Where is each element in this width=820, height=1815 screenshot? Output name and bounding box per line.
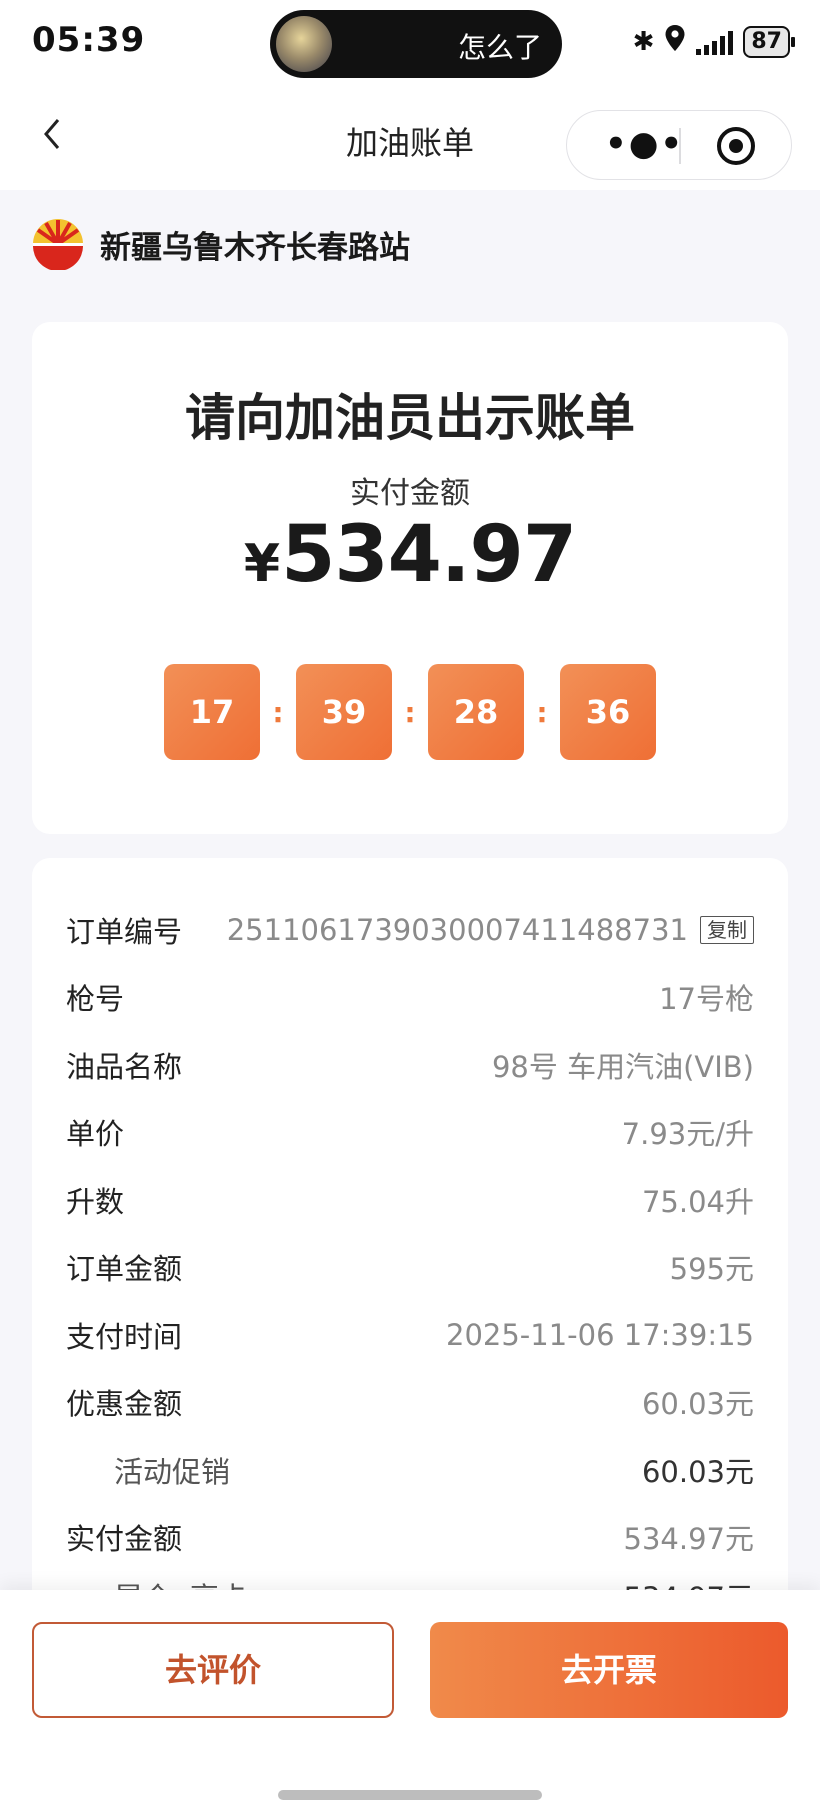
order-detail-card: 订单编号 25110617390300074114887​31 复制 枪号 17号… [32, 858, 788, 1598]
status-time: 05:39 [32, 20, 146, 60]
detail-row: 升数 75.04升 [66, 1180, 754, 1220]
status-bar: 05:39 怎么了 ✱ 87 [0, 0, 820, 88]
timer-minutes: 39 [296, 664, 392, 760]
detail-value: 534.97元 [623, 1522, 754, 1556]
detail-row: 单价 7.93元/升 [66, 1112, 754, 1152]
detail-key: 支付时间 [66, 1320, 183, 1354]
detail-row: 优惠金额 60.03元 [66, 1382, 754, 1422]
copy-button[interactable]: 复制 [700, 916, 754, 944]
detail-value: 7.93元/升 [621, 1117, 754, 1151]
island-thumbnail-icon [276, 16, 332, 72]
detail-value: 25110617390300074114887​31 复制 [227, 913, 754, 947]
order-number-value: 25110617390300074114887​31 [226, 913, 688, 947]
timer-separator: : [536, 695, 548, 729]
detail-key: 实付金额 [66, 1522, 183, 1556]
nav-bar: 加油账单 •●• [0, 88, 820, 190]
detail-value: 60.03元 [641, 1455, 754, 1489]
detail-key: 升数 [66, 1185, 125, 1219]
detail-row-order-number: 订单编号 25110617390300074114887​31 复制 [66, 910, 754, 950]
detail-key: 活动促销 [114, 1455, 231, 1489]
bill-card: 请向加油员出示账单 实付金额 ¥534.97 17 : 39 : 28 : 36 [32, 322, 788, 834]
station-header: 新疆乌鲁木齐长春路站 [32, 218, 410, 271]
detail-row: 油品名称 98号 车用汽油(VIB) [66, 1045, 754, 1085]
timer-separator: : [404, 695, 416, 729]
status-icons: ✱ 87 [632, 24, 795, 60]
detail-value: 595元 [669, 1252, 754, 1286]
detail-value: 75.04升 [641, 1185, 754, 1219]
review-button[interactable]: 去评价 [32, 1622, 394, 1718]
detail-key: 订单金额 [66, 1252, 183, 1286]
detail-key: 单价 [66, 1117, 125, 1151]
signal-icon [696, 29, 734, 55]
currency-symbol: ¥ [243, 534, 280, 594]
timer-frames: 36 [560, 664, 656, 760]
target-circle-icon[interactable] [717, 127, 755, 165]
countdown-timer: 17 : 39 : 28 : 36 [164, 664, 656, 760]
detail-key: 枪号 [66, 982, 125, 1016]
paid-amount-value: 534.97 [281, 510, 577, 600]
more-dots-icon[interactable]: •●• [605, 127, 684, 161]
detail-key: 优惠金额 [66, 1387, 183, 1421]
detail-key: 油品名称 [66, 1050, 183, 1084]
timer-seconds: 28 [428, 664, 524, 760]
timer-separator: : [272, 695, 284, 729]
paid-amount: ¥534.97 [32, 510, 788, 600]
detail-value: 17号枪 [659, 982, 754, 1016]
battery-icon: 87 [743, 26, 795, 58]
detail-value: 98号 车用汽油(VIB) [491, 1050, 754, 1084]
detail-value: 2025-11-06 17:39:15 [446, 1318, 754, 1352]
capsule-divider [679, 128, 681, 164]
bottom-action-bar: 去评价 去开票 [0, 1590, 820, 1815]
mini-program-capsule: •●• [566, 110, 792, 180]
detail-row-sub: 活动促销 60.03元 [66, 1450, 754, 1490]
island-text: 怎么了 [457, 31, 542, 64]
detail-row: 支付时间 2025-11-06 17:39:15 [66, 1315, 754, 1355]
bill-title: 请向加油员出示账单 [185, 389, 635, 447]
station-name: 新疆乌鲁木齐长春路站 [100, 229, 410, 266]
dynamic-island[interactable]: 怎么了 [270, 10, 562, 78]
detail-row: 实付金额 534.97元 [66, 1517, 754, 1557]
timer-hours: 17 [164, 664, 260, 760]
invoice-button[interactable]: 去开票 [430, 1622, 788, 1718]
detail-row: 枪号 17号枪 [66, 977, 754, 1017]
paid-amount-label: 实付金额 [350, 476, 470, 511]
home-indicator[interactable] [278, 1790, 542, 1800]
petrochina-logo [32, 218, 84, 271]
detail-row: 订单金额 595元 [66, 1247, 754, 1287]
bluetooth-icon: ✱ [632, 27, 655, 57]
location-icon [664, 24, 686, 60]
detail-key: 订单编号 [66, 915, 183, 949]
detail-value: 60.03元 [641, 1387, 754, 1421]
